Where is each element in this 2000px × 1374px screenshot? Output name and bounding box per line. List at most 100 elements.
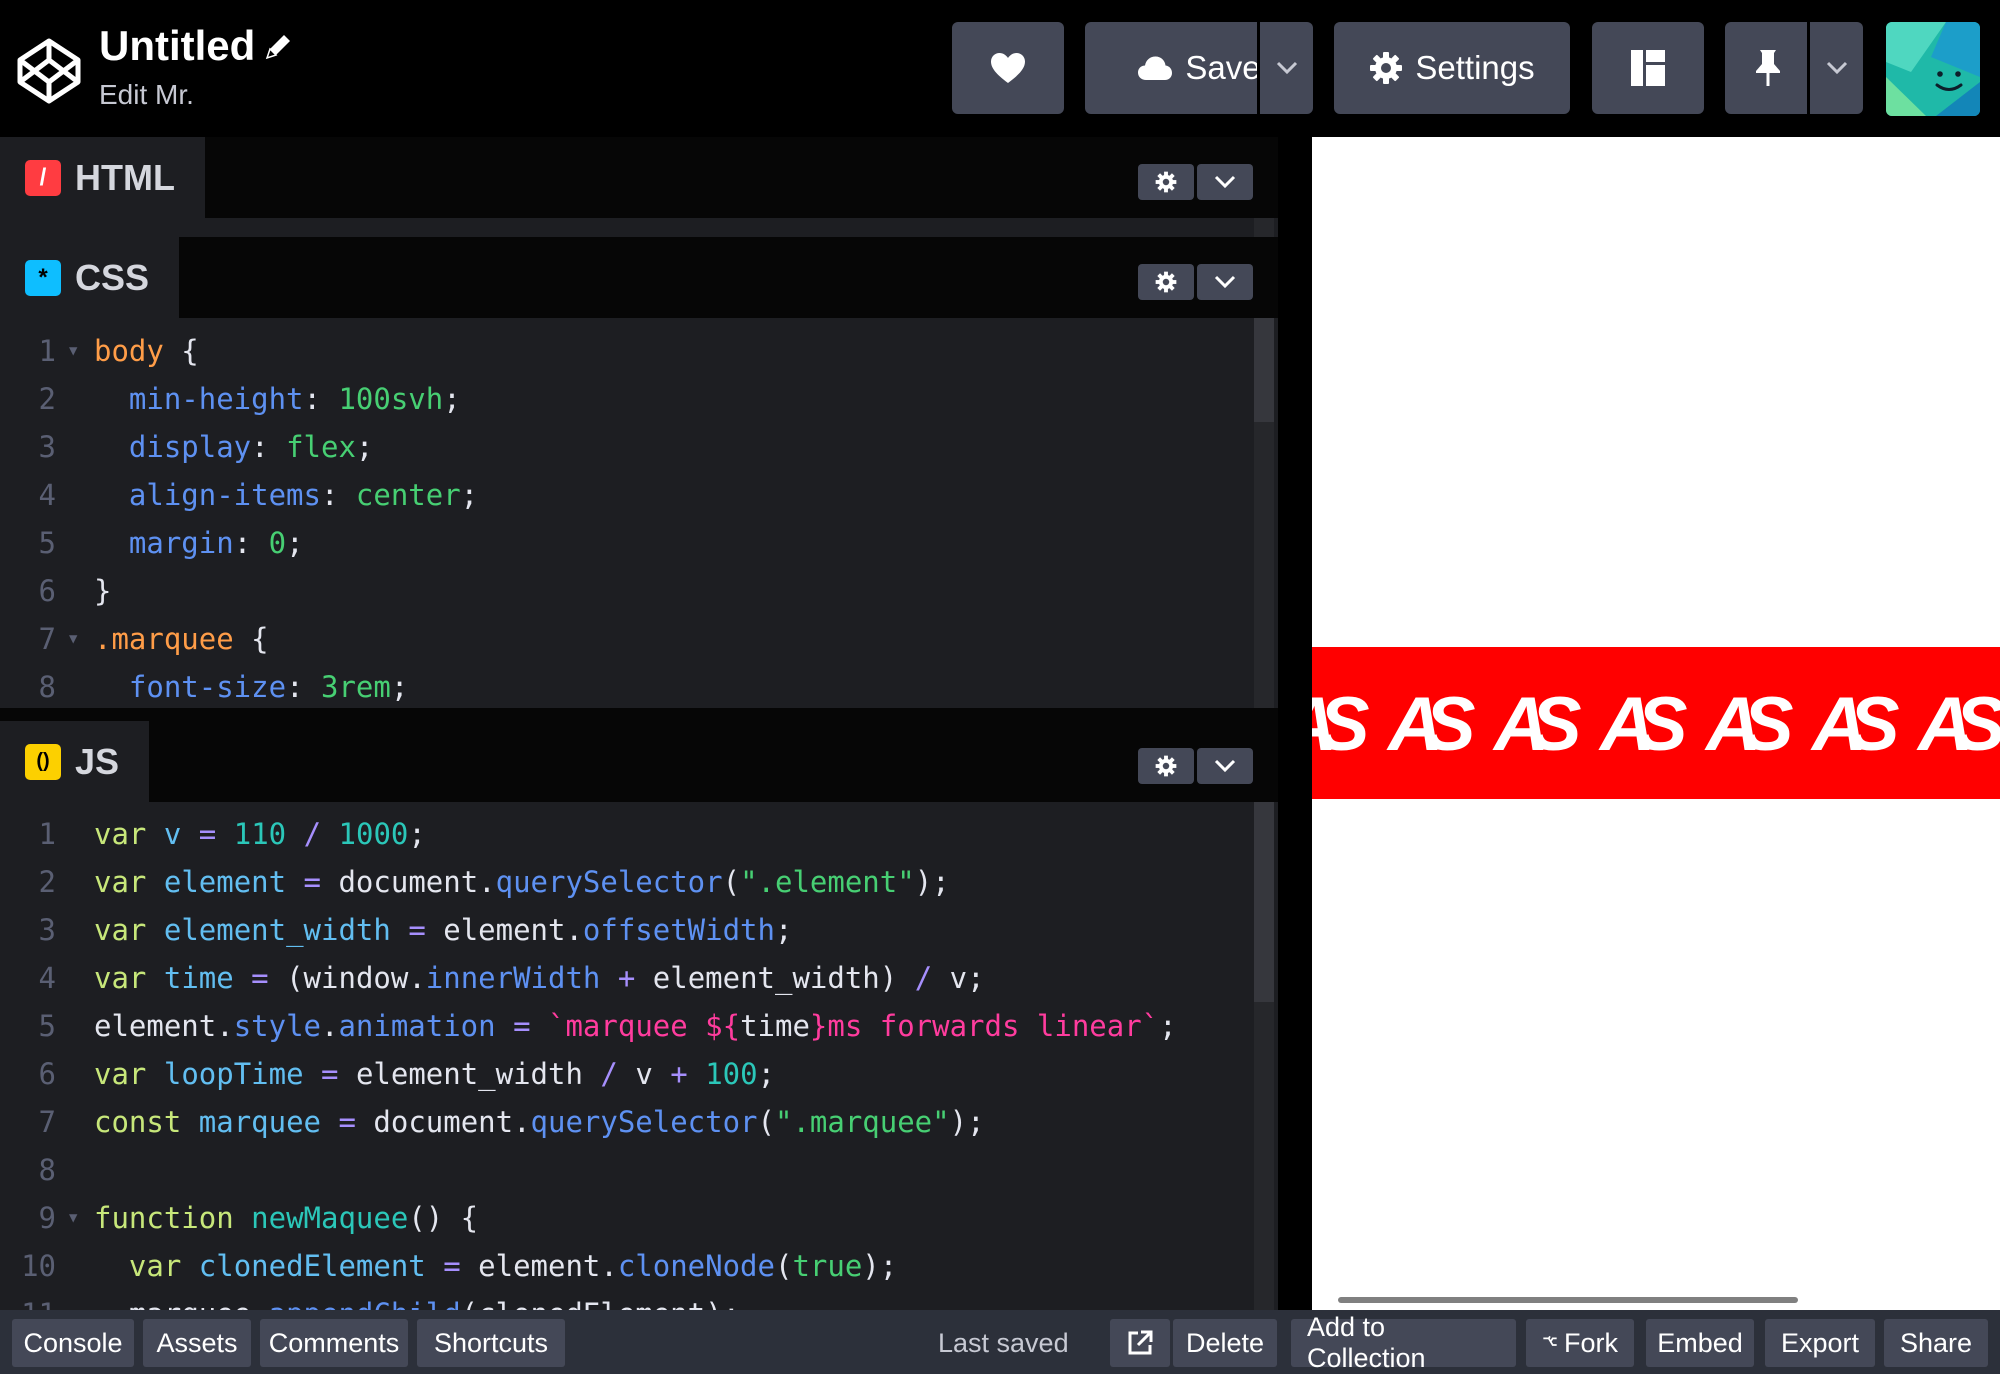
css-pane-header: * CSS <box>0 237 1278 318</box>
css-code-editor[interactable]: 1 ▼ body {2 min-height: 100svh; 3 display: … <box>0 327 1260 708</box>
code-text: marquee.appendChild(clonedElement); <box>94 1290 740 1310</box>
code-token: element. <box>460 1249 618 1283</box>
fork-label: Fork <box>1564 1327 1618 1358</box>
code-token: (window. <box>268 961 426 995</box>
js-scrollbar[interactable] <box>1254 802 1274 1002</box>
pencil-icon[interactable] <box>263 30 295 62</box>
pin-icon-wrap <box>1725 49 1810 87</box>
code-token: element. <box>94 1009 234 1043</box>
fold-arrow-icon[interactable]: ▼ <box>69 615 77 663</box>
open-external-button[interactable] <box>1110 1319 1170 1367</box>
code-line[interactable]: 8 <box>0 1146 1260 1194</box>
settings-button[interactable]: Settings <box>1334 22 1570 114</box>
code-token: element_width <box>163 913 391 947</box>
code-line[interactable]: 11 marquee.appendChild(clonedElement); <box>0 1290 1260 1310</box>
pin-options[interactable] <box>1810 61 1863 75</box>
preview-horizontal-scrollbar[interactable] <box>1338 1297 1798 1303</box>
code-line[interactable]: 8 font-size: 3rem; <box>0 663 1260 708</box>
code-line[interactable]: 2 min-height: 100svh; <box>0 375 1260 423</box>
love-button[interactable] <box>952 22 1064 114</box>
code-line[interactable]: 5 element.style.animation = `marquee ${ti… <box>0 1002 1260 1050</box>
fork-button[interactable]: Fork <box>1526 1319 1634 1367</box>
code-line[interactable]: 9 ▼ function newMaquee() { <box>0 1194 1260 1242</box>
code-line[interactable]: 3 var element_width = element.offsetWidth… <box>0 906 1260 954</box>
shortcuts-button[interactable]: Shortcuts <box>417 1319 565 1367</box>
export-button[interactable]: Export <box>1765 1319 1875 1367</box>
html-code-strip[interactable] <box>0 218 1278 237</box>
code-token: display <box>94 430 252 464</box>
js-collapse-button[interactable] <box>1197 748 1253 784</box>
code-line[interactable]: 4 align-items: center; <box>0 471 1260 519</box>
code-token: 1000 <box>338 817 409 851</box>
tab-html[interactable]: / HTML <box>0 137 205 218</box>
owner-name[interactable]: Edit Mr. <box>99 77 194 113</box>
html-scrollbar[interactable] <box>1254 218 1274 237</box>
html-settings-button[interactable] <box>1138 164 1194 200</box>
css-settings-button[interactable] <box>1138 264 1194 300</box>
code-line[interactable]: 6 var loopTime = element_width / v + 100; <box>0 1050 1260 1098</box>
console-button[interactable]: Console <box>12 1319 134 1367</box>
code-token: innerWidth <box>425 961 601 995</box>
fold-arrow-icon[interactable]: ▼ <box>69 327 77 375</box>
gear-icon <box>1155 755 1177 777</box>
code-token: min-height <box>94 382 304 416</box>
code-line[interactable]: 3 display: flex; <box>0 423 1260 471</box>
html-tab-label: HTML <box>75 156 175 198</box>
preview-pane[interactable]: ASASASASASASAS <box>1312 137 2000 1310</box>
fork-icon <box>1543 1335 1557 1346</box>
code-line[interactable]: 2 var element = document.querySelector(".… <box>0 858 1260 906</box>
code-line[interactable]: 1 var v = 110 / 1000; <box>0 810 1260 858</box>
embed-button[interactable]: Embed <box>1646 1319 1754 1367</box>
line-number: 5 <box>38 526 56 560</box>
code-line[interactable]: 7 const marquee = document.querySelector(… <box>0 1098 1260 1146</box>
code-token: ; <box>460 478 479 512</box>
code-line[interactable]: 7 ▼ .marquee { <box>0 615 1260 663</box>
bottom-bar: Console Assets Comments Shortcuts Last s… <box>0 1310 2000 1374</box>
js-code-editor[interactable]: 1 var v = 110 / 1000; 2 var element = docum… <box>0 810 1260 1310</box>
change-view-button[interactable] <box>1592 22 1704 114</box>
code-token: element. <box>425 913 583 947</box>
code-line[interactable]: 1 ▼ body { <box>0 327 1260 375</box>
delete-button[interactable]: Delete <box>1173 1319 1277 1367</box>
code-line[interactable]: 4 var time = (window.innerWidth + element… <box>0 954 1260 1002</box>
code-line[interactable]: 5 margin: 0; <box>0 519 1260 567</box>
js-settings-button[interactable] <box>1138 748 1194 784</box>
pin-divider <box>1807 22 1810 114</box>
marquee-banner: ASASASASASASAS <box>1312 647 2000 799</box>
code-token: (clonedElement); <box>461 1297 740 1310</box>
code-line[interactable]: 10 var clonedElement = element.cloneNode… <box>0 1242 1260 1290</box>
line-number: 5 <box>38 1009 56 1043</box>
html-badge-icon: / <box>25 159 61 196</box>
codepen-logo-icon[interactable] <box>14 36 84 106</box>
assets-button[interactable]: Assets <box>143 1319 251 1367</box>
share-button[interactable]: Share <box>1884 1319 1988 1367</box>
user-avatar[interactable] <box>1886 22 1980 116</box>
code-token: element_width) <box>635 961 915 995</box>
add-to-collection-button[interactable]: Add to Collection <box>1291 1312 1516 1373</box>
css-scrollbar[interactable] <box>1254 318 1274 422</box>
code-token: { <box>233 622 269 656</box>
code-text: align-items: center; <box>94 471 478 519</box>
code-token: / <box>600 1057 618 1091</box>
save-options-button[interactable] <box>1260 22 1313 114</box>
code-token: var <box>94 1249 182 1283</box>
tab-js[interactable]: () JS <box>0 721 150 802</box>
tab-css[interactable]: * CSS <box>0 237 180 318</box>
html-collapse-button[interactable] <box>1197 164 1253 200</box>
comments-button[interactable]: Comments <box>260 1319 408 1367</box>
code-token: element <box>163 865 287 899</box>
line-number: 8 <box>38 1153 56 1187</box>
line-number: 3 <box>38 430 56 464</box>
editor-preview-resizer[interactable] <box>1278 137 1312 1310</box>
pen-title[interactable]: Untitled <box>99 20 255 72</box>
code-token: body <box>94 334 164 368</box>
last-saved-status: Last saved <box>938 1328 1069 1358</box>
code-line[interactable]: 6} <box>0 567 1260 615</box>
pane-resizer[interactable] <box>0 708 1278 721</box>
fold-arrow-icon[interactable]: ▼ <box>69 1194 77 1242</box>
code-text: var element = document.querySelector(".e… <box>94 858 950 906</box>
css-collapse-button[interactable] <box>1197 264 1253 300</box>
pin-button[interactable] <box>1725 22 1863 114</box>
